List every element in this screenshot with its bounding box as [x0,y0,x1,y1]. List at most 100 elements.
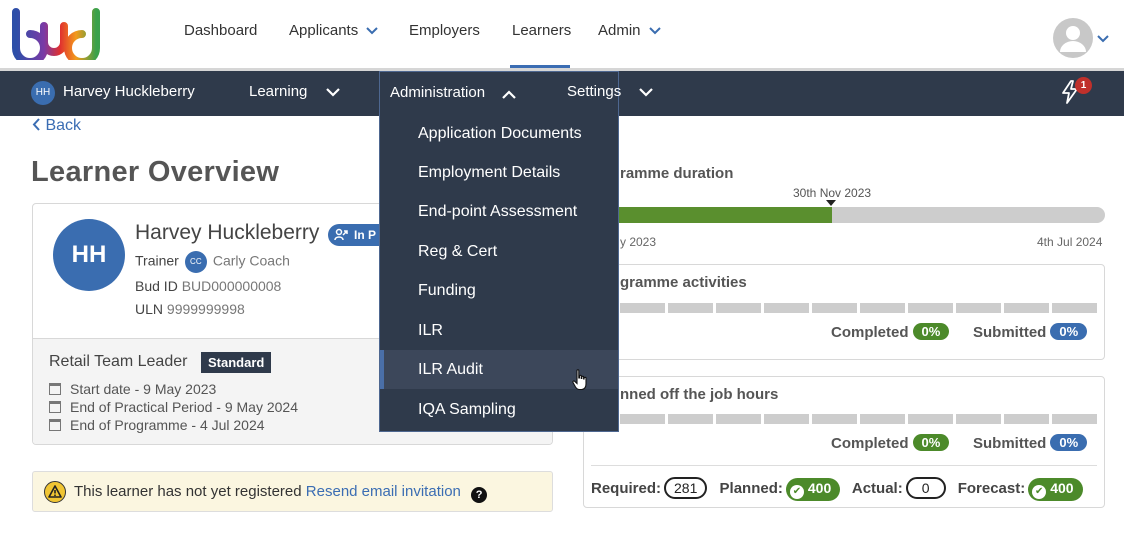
hours-summary-row: Required: 281 Planned: ✔ 400 Actual: 0 Forec… [591,477,1083,501]
hours-completed-label: Completed [831,435,909,452]
timeline-start-label: y 2023 [620,235,657,249]
learner-avatar: HH [53,219,125,291]
bud-logo[interactable] [10,8,120,60]
check-icon: ✔ [1032,485,1047,499]
start-date: Start date - 9 May 2023 [49,381,216,397]
status-text: In P [354,228,377,242]
menu-item-employment-details[interactable]: Employment Details [380,153,618,192]
learner-name: Harvey Huckleberry [135,221,320,244]
trainer-avatar: CC [184,251,207,273]
menu-item-reg-cert[interactable]: Reg & Cert [380,232,618,271]
uln-line: ULN 9999999998 [135,301,245,317]
programme-timeline [618,207,1105,223]
planned-value: ✔ 400 [785,478,841,501]
trainer-label: Trainer [135,252,179,269]
activities-submitted-value: 0% [1050,323,1088,340]
back-label: Back [45,117,82,134]
help-icon[interactable]: ? [471,487,488,503]
bud-id-value: BUD000000008 [181,278,282,294]
warning-message: This learner has not yet registered Rese… [74,483,488,503]
warning-triangle-icon [48,485,62,498]
resend-invitation-link[interactable]: Resend email invitation [306,483,461,500]
hours-submitted-value: 0% [1050,434,1088,451]
menu-item-funding[interactable]: Funding [380,271,618,310]
required-value: 281 [664,477,708,499]
subnav-learner-name[interactable]: Harvey Huckleberry [63,83,195,100]
start-date-text: Start date - 9 May 2023 [70,381,217,397]
timeline-progress [618,207,833,223]
user-icon [1060,26,1086,52]
forecast-value-text: 400 [1050,480,1074,496]
menu-item-application-documents[interactable]: Application Documents [380,114,618,153]
learner-avatar-small: HH [31,81,55,105]
back-link[interactable]: Back [32,117,81,135]
page-title: Learner Overview [31,156,280,188]
top-navigation: Dashboard Applicants Employers Learners … [0,0,1124,68]
planned-label: Planned: [719,480,783,497]
today-date-label: 30th Nov 2023 [793,186,872,200]
activities-title: gramme activities [620,274,747,291]
hours-completed: Completed 0% [831,434,950,452]
today-marker [826,200,836,206]
chevron-down-icon [366,27,379,35]
subnav-settings-label: Settings [567,83,622,100]
subnav-administration-label: Administration [390,84,486,101]
nav-employers[interactable]: Employers [409,22,480,39]
hours-completed-value: 0% [912,434,950,451]
hours-submitted: Submitted 0% [973,434,1088,452]
off-the-job-hours-panel: nned off the job hours Completed 0% Submi… [583,376,1105,508]
planned-value-text: 400 [807,480,832,496]
programme-duration-title: ramme duration [620,165,734,182]
end-practical-text: End of Practical Period - 9 May 2024 [70,399,299,415]
end-practical-date: End of Practical Period - 9 May 2024 [49,399,298,415]
subnav-learning-label: Learning [249,83,308,100]
bud-id-label: Bud ID [135,278,178,294]
activities-submitted: Submitted 0% [973,323,1088,341]
nav-applicants-label: Applicants [289,22,359,39]
notification-badge: 1 [1075,77,1092,94]
menu-item-iqa-sampling[interactable]: IQA Sampling [380,390,618,429]
activities-submitted-label: Submitted [973,324,1047,341]
hand-cursor-icon [572,369,587,391]
chevron-down-icon [325,87,340,97]
required-label: Required: [591,480,662,497]
hours-submitted-label: Submitted [973,435,1047,452]
uln-value: 9999999998 [166,301,245,317]
menu-item-end-point-assessment[interactable]: End-point Assessment [380,192,618,231]
forecast-value: ✔ 400 [1028,478,1083,501]
learner-status-icon [334,228,348,241]
timeline-end-label: 4th Jul 2024 [1037,235,1103,249]
chevron-down-icon [648,27,661,35]
menu-item-ilr[interactable]: ILR [380,311,618,350]
check-icon: ✔ [789,485,804,499]
calendar-icon [49,401,61,413]
end-programme-text: End of Programme - 4 Jul 2024 [70,417,265,433]
standard-badge: Standard [201,352,272,373]
chevron-down-icon[interactable] [1097,35,1109,43]
end-programme-date: End of Programme - 4 Jul 2024 [49,417,265,433]
programme-name: Retail Team Leader [49,353,188,370]
warning-icon [44,481,66,503]
subnav-settings[interactable]: Settings [567,83,654,100]
trainer-line: Trainer CC Carly Coach [135,251,290,273]
hours-progress-bar [620,414,1097,424]
actual-label: Actual: [851,480,903,497]
calendar-icon [49,419,61,431]
warning-text: This learner has not yet registered [74,483,302,500]
calendar-icon [49,383,61,395]
hours-divider [591,465,1097,466]
hours-title: nned off the job hours [620,386,779,403]
nav-dashboard[interactable]: Dashboard [184,22,257,39]
nav-admin[interactable]: Admin [598,22,661,39]
chevron-up-icon [502,90,516,99]
nav-admin-label: Admin [598,22,641,39]
nav-applicants[interactable]: Applicants [289,22,379,39]
user-avatar[interactable] [1053,18,1093,58]
subnav-learning[interactable]: Learning [249,83,340,100]
trainer-name: Carly Coach [212,252,290,269]
registration-warning: This learner has not yet registered Rese… [32,471,553,512]
chevron-left-icon [32,118,40,131]
actual-value: 0 [905,477,946,499]
forecast-label: Forecast: [957,480,1026,497]
nav-learners[interactable]: Learners [512,22,571,39]
